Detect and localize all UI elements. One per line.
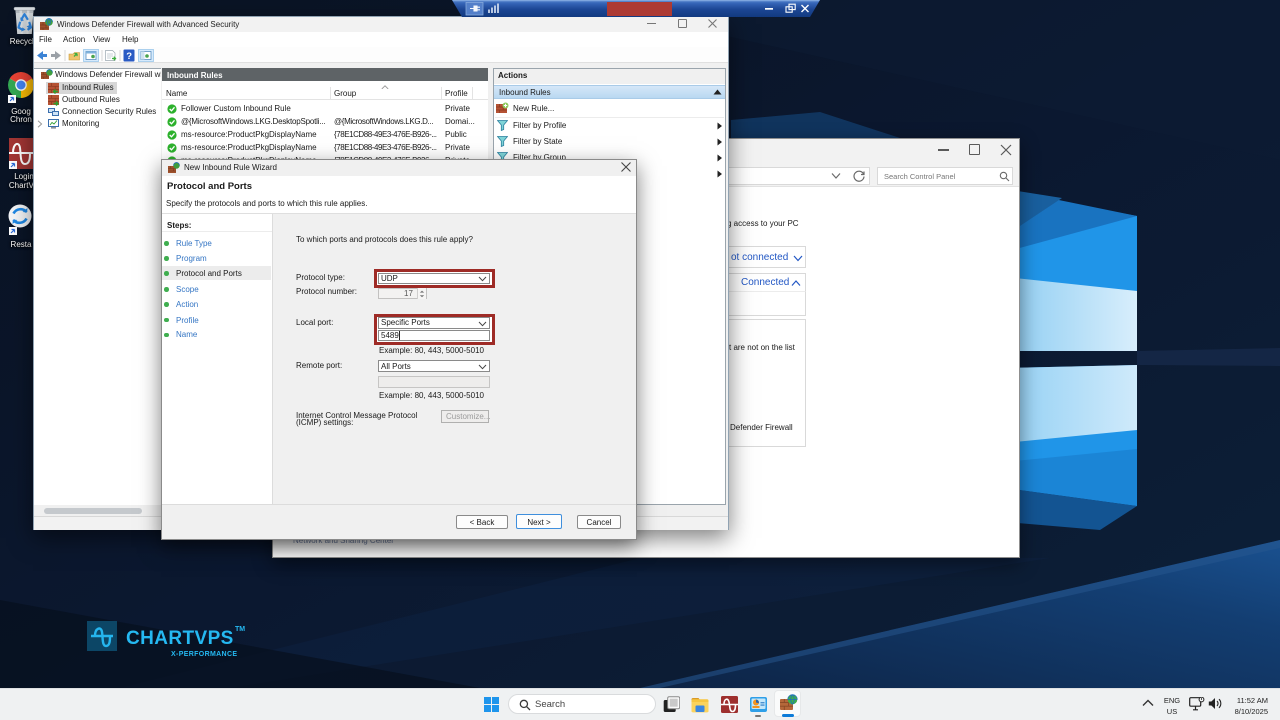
svg-text:?: ? — [126, 51, 132, 62]
svg-text:CHARTVPS: CHARTVPS — [126, 628, 234, 649]
svg-text:X-PERFORMANCE: X-PERFORMANCE — [171, 651, 237, 658]
svg-text:TM: TM — [235, 626, 245, 633]
